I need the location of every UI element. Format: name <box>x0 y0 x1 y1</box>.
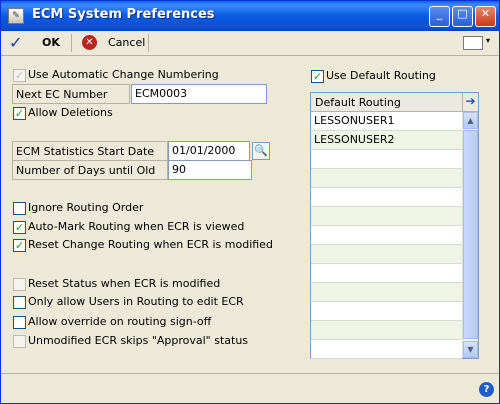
next-ec-number-label: Next EC Number <box>12 84 130 104</box>
next-ec-number-input[interactable]: ECM0003 <box>131 84 267 104</box>
toolbar-separator <box>148 34 149 52</box>
reset-change-routing-checkbox[interactable]: ✓ <box>13 239 26 252</box>
allow-deletions-checkbox[interactable]: ✓ <box>13 107 26 120</box>
grid-row[interactable] <box>311 264 462 283</box>
days-until-old-input[interactable]: 90 <box>168 160 252 180</box>
grid-row[interactable] <box>311 321 462 340</box>
minimize-button[interactable]: _ <box>429 6 450 27</box>
grid-row[interactable] <box>311 150 462 169</box>
only-routing-users-edit-checkbox[interactable] <box>13 296 26 309</box>
days-until-old-label: Number of Days until Old <box>12 160 168 180</box>
reset-status-checkbox[interactable] <box>13 278 26 291</box>
toolbar-separator <box>71 34 72 52</box>
ignore-routing-order-label: Ignore Routing Order <box>28 201 144 214</box>
only-routing-users-edit-label: Only allow Users in Routing to edit ECR <box>28 295 244 308</box>
chevron-down-icon[interactable]: ▾ <box>486 36 490 45</box>
window-menu-icon[interactable] <box>463 36 483 50</box>
grid-row[interactable]: LESSONUSER2 <box>311 131 462 150</box>
cancel-button[interactable]: Cancel <box>108 36 145 49</box>
reset-change-routing-label: Reset Change Routing when ECR is modifie… <box>28 238 273 251</box>
scroll-up-icon[interactable]: ▲ <box>463 112 478 129</box>
allow-override-signoff-checkbox[interactable] <box>13 316 26 329</box>
auto-mark-routing-checkbox[interactable]: ✓ <box>13 221 26 234</box>
minimize-icon: _ <box>436 7 443 20</box>
grid-row[interactable] <box>311 245 462 264</box>
use-default-routing-label: Use Default Routing <box>326 69 436 82</box>
maximize-button[interactable]: □ <box>452 6 473 27</box>
close-icon: ✕ <box>480 7 491 20</box>
window-title: ECM System Preferences <box>32 7 215 22</box>
cancel-x-icon[interactable]: ✕ <box>82 35 97 50</box>
close-button[interactable]: ✕ <box>475 6 496 27</box>
grid-row[interactable] <box>311 302 462 321</box>
grid-row[interactable]: LESSONUSER1 <box>311 112 462 131</box>
auto-change-numbering-label: Use Automatic Change Numbering <box>28 68 219 81</box>
preferences-window: ✎ ECM System Preferences _ □ ✕ ✓ OK ✕ Ca… <box>0 0 500 404</box>
title-bar[interactable]: ✎ ECM System Preferences _ □ ✕ <box>1 1 499 31</box>
grid-row[interactable] <box>311 188 462 207</box>
ok-button[interactable]: OK <box>42 36 60 49</box>
grid-row[interactable] <box>311 340 462 359</box>
stats-start-date-label: ECM Statistics Start Date <box>12 141 168 161</box>
grid-row[interactable] <box>311 169 462 188</box>
date-lookup-icon[interactable]: 🔍 <box>252 142 270 160</box>
allow-deletions-label: Allow Deletions <box>28 106 113 119</box>
allow-override-signoff-label: Allow override on routing sign-off <box>28 315 212 328</box>
grid-row[interactable] <box>311 226 462 245</box>
scroll-thumb[interactable] <box>463 130 478 339</box>
unmodified-skips-approval-checkbox[interactable] <box>13 335 26 348</box>
app-icon: ✎ <box>8 8 24 24</box>
reset-status-label: Reset Status when ECR is modified <box>28 277 221 290</box>
stats-start-date-input[interactable]: 01/01/2000 <box>168 141 250 161</box>
unmodified-skips-approval-label: Unmodified ECR skips "Approval" status <box>28 334 249 347</box>
ignore-routing-order-checkbox[interactable] <box>13 202 26 215</box>
grid-row[interactable] <box>311 283 462 302</box>
use-default-routing-checkbox[interactable]: ✓ <box>311 70 324 83</box>
vertical-scrollbar[interactable]: ▲ ▼ <box>462 112 478 358</box>
toolbar: ✓ OK ✕ Cancel ▾ <box>1 31 499 56</box>
maximize-icon: □ <box>457 7 468 20</box>
expand-arrow-icon[interactable]: ➔ <box>462 93 478 112</box>
status-bar: ? <box>1 373 499 404</box>
auto-mark-routing-label: Auto-Mark Routing when ECR is viewed <box>28 220 245 233</box>
help-icon[interactable]: ? <box>479 382 494 397</box>
grid-row[interactable] <box>311 207 462 226</box>
auto-change-numbering-checkbox[interactable]: ✓ <box>13 69 26 82</box>
checkmark-icon[interactable]: ✓ <box>9 33 22 52</box>
default-routing-grid: Default Routing ➔ LESSONUSER1 LESSONUSER2… <box>310 92 479 359</box>
scroll-down-icon[interactable]: ▼ <box>463 341 478 358</box>
grid-column-header[interactable]: Default Routing <box>311 93 462 112</box>
